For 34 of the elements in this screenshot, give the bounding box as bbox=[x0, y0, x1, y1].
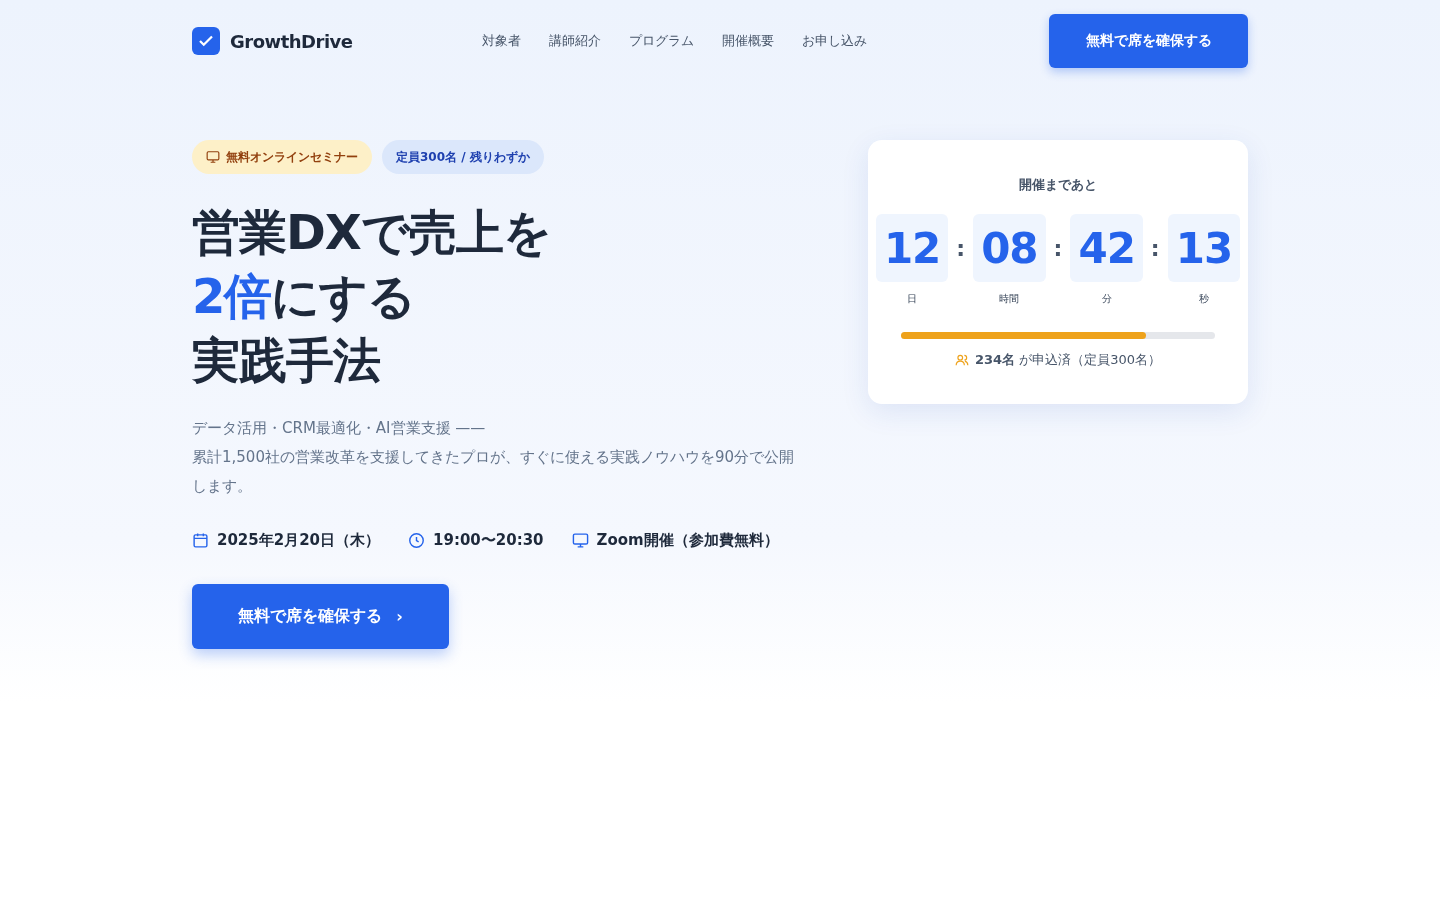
description: データ活用・CRM最適化・AI営業支援 —— 累計1,500社の営業改革を支援してきたプロが、すぐに使える実践ノウハウを90分で公開します。 bbox=[192, 418, 796, 497]
unit-label: 分 bbox=[1101, 292, 1112, 306]
calendar-icon bbox=[192, 532, 209, 549]
separator: : bbox=[1053, 234, 1063, 263]
nav-link[interactable]: 対象者 bbox=[482, 32, 521, 50]
countdown-number: 08 bbox=[973, 214, 1046, 282]
badge: 定員300名 / 残りわずか bbox=[382, 140, 544, 174]
clock-icon bbox=[408, 532, 426, 549]
people-icon bbox=[954, 353, 969, 367]
check-logo-icon bbox=[192, 27, 220, 55]
event-detail: Zoom開催（参加費無料） bbox=[596, 531, 779, 550]
event-detail: 2025年2月20日（木） bbox=[217, 531, 381, 550]
monitor-icon bbox=[206, 150, 220, 164]
nav-link[interactable]: お申し込み bbox=[802, 32, 867, 50]
countdown-number: 12 bbox=[875, 214, 949, 282]
nav-link[interactable]: 開催概要 bbox=[722, 32, 774, 50]
event-detail: 19:00〜20:30 bbox=[433, 531, 544, 550]
unit-label: 時間 bbox=[999, 292, 1020, 306]
headline: 営業DXで売上を 2倍にする 実践手法 bbox=[192, 203, 552, 390]
unit-label: 秒 bbox=[1198, 292, 1209, 306]
cta-button[interactable]: 無料で席を確保する › bbox=[192, 584, 449, 649]
brand-name: GrowthDrive bbox=[230, 30, 353, 52]
nav-link[interactable]: プログラム bbox=[629, 32, 694, 50]
header-cta-button[interactable]: 無料で席を確保する bbox=[1049, 14, 1248, 68]
monitor-icon bbox=[571, 532, 589, 549]
countdown-number: 42 bbox=[1070, 214, 1143, 282]
countdown-number: 13 bbox=[1167, 214, 1241, 282]
nav-link[interactable]: 講師紹介 bbox=[549, 32, 601, 50]
badge: 無料オンラインセミナー bbox=[192, 140, 372, 174]
registration-status: 234名 が申込済（定員300名） bbox=[974, 351, 1162, 369]
separator: : bbox=[956, 234, 966, 263]
separator: : bbox=[1150, 234, 1160, 263]
countdown-title: 開催まであと bbox=[1019, 176, 1097, 194]
unit-label: 日 bbox=[907, 292, 918, 306]
